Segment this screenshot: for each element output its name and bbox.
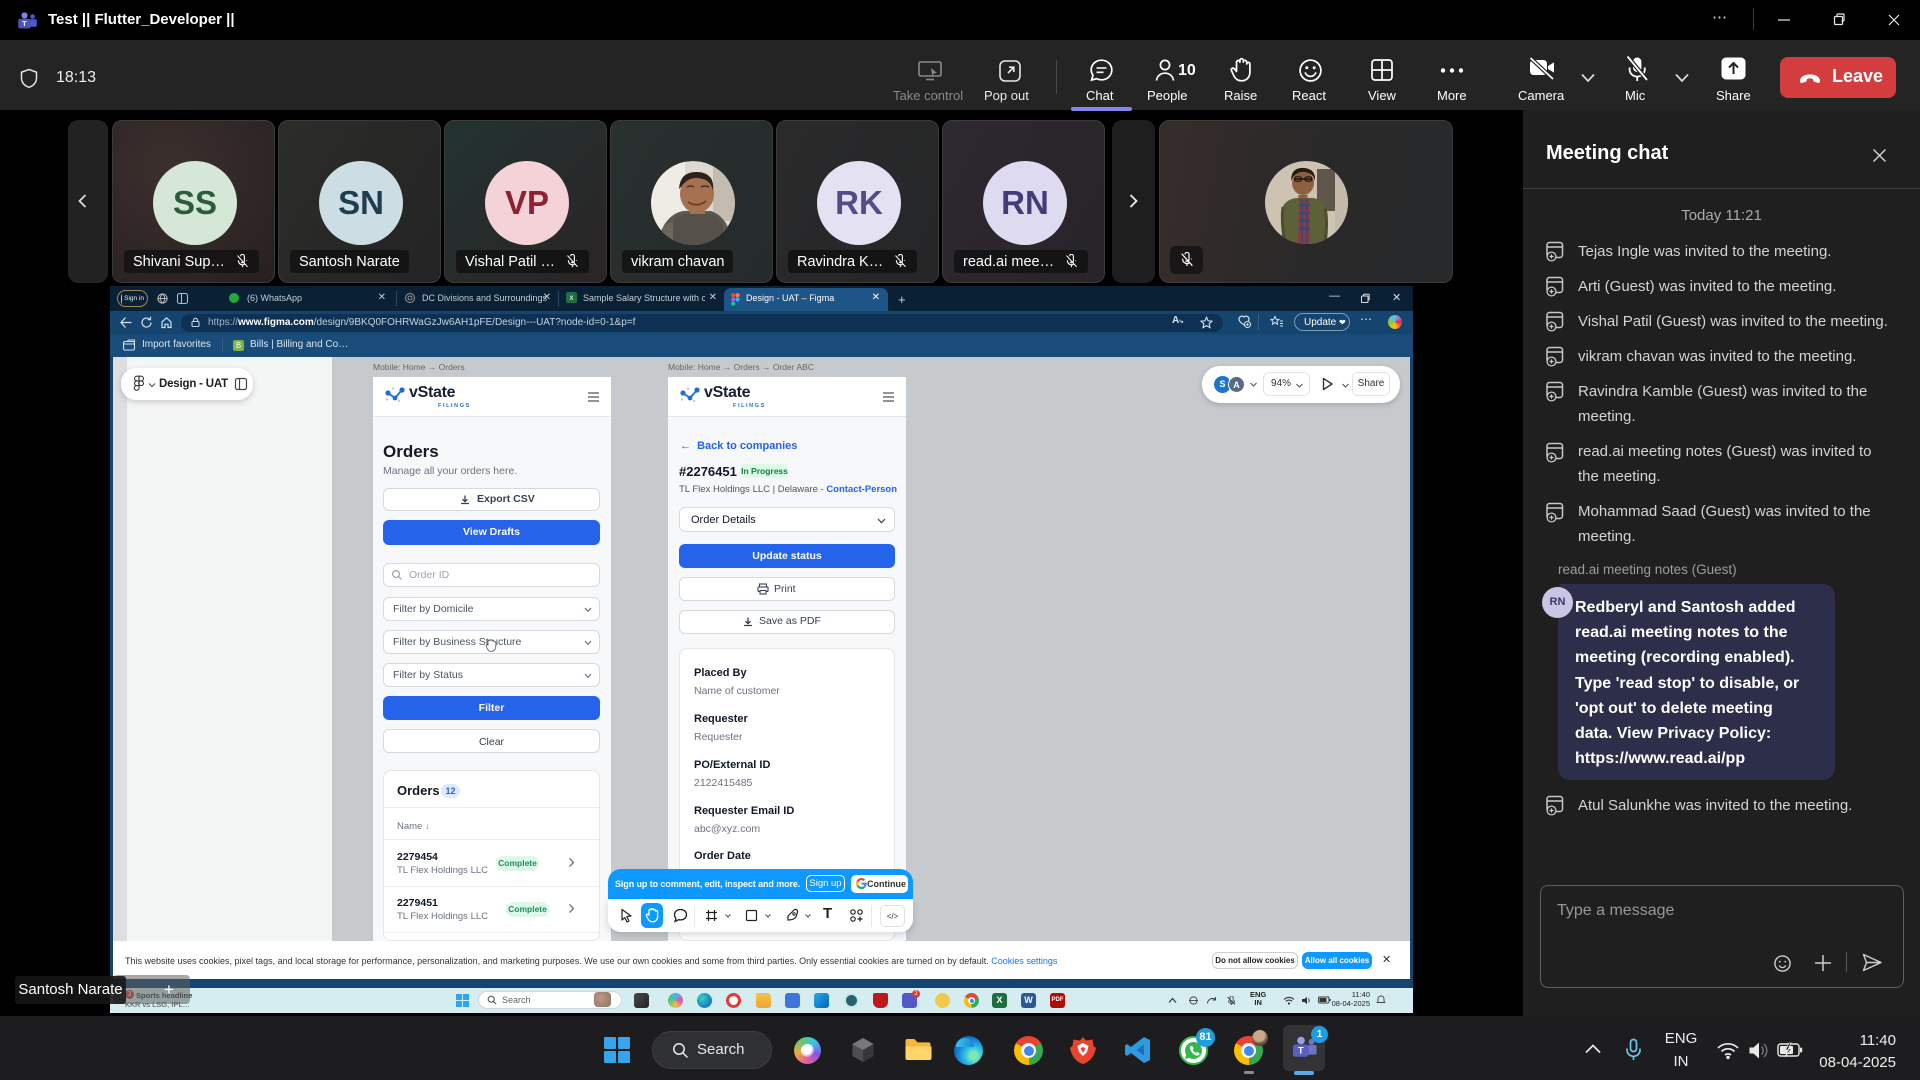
svg-text:T: T xyxy=(1298,1046,1304,1057)
svg-text:T: T xyxy=(22,19,27,28)
